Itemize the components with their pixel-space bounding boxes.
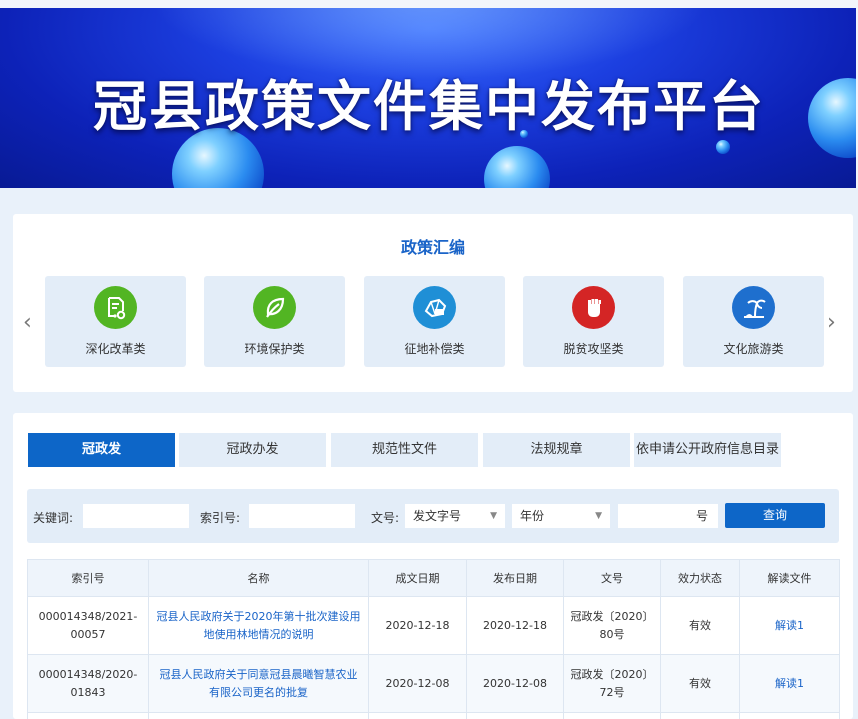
- tab-guanzhengbanfa[interactable]: 冠政办发: [179, 433, 326, 467]
- status-cell: 有效: [660, 596, 740, 655]
- carousel-next-button[interactable]: ›: [827, 312, 836, 334]
- published-date-cell: 2020-12-08: [466, 654, 564, 713]
- table-row: [27, 712, 840, 719]
- doc-number-cell: [563, 712, 661, 719]
- docno-label: 文号:: [371, 511, 400, 525]
- banner-bubble: [484, 146, 550, 188]
- tab-normative-documents[interactable]: 规范性文件: [331, 433, 478, 467]
- beach-palm-icon: [732, 286, 775, 329]
- table-row: 000014348/2021-00057 冠县人民政府关于2020年第十批次建设…: [27, 596, 840, 655]
- document-table: 索引号 名称 成文日期 发布日期 文号 效力状态 解读文件 000014348/…: [27, 559, 840, 719]
- category-label: 征地补偿类: [404, 342, 465, 356]
- land-map-icon: [413, 286, 456, 329]
- index-cell: [27, 712, 149, 719]
- tab-disclosure-catalog[interactable]: 依申请公开政府信息目录: [634, 433, 781, 467]
- index-cell: 000014348/2020-01843: [27, 654, 149, 713]
- doc-prefix-select[interactable]: 发文字号 ▼: [405, 504, 505, 528]
- document-reform-icon: [94, 286, 137, 329]
- document-title-link[interactable]: 冠县人民政府关于2020年第十批次建设用地使用林地情况的说明: [148, 596, 369, 655]
- year-value: 年份: [520, 509, 545, 523]
- interpretation-link[interactable]: 解读1: [775, 677, 804, 690]
- column-header: 索引号: [27, 559, 149, 597]
- doc-number-input[interactable]: 号: [618, 504, 718, 528]
- keyword-input[interactable]: [83, 504, 189, 528]
- document-title-link[interactable]: 冠县人民政府关于同意冠县晨曦智慧农业有限公司更名的批复: [148, 654, 369, 713]
- doc-number-suffix: 号: [695, 509, 708, 523]
- policy-section-title: 政策汇编: [400, 238, 465, 257]
- leaf-icon: [253, 286, 296, 329]
- column-header: 成文日期: [368, 559, 467, 597]
- written-date-cell: 2020-12-08: [368, 654, 467, 713]
- column-header: 解读文件: [739, 559, 840, 597]
- column-header: 文号: [563, 559, 661, 597]
- document-list-panel: 冠政发 冠政办发 规范性文件 法规规章 依申请公开政府信息目录 关键词: 索引号…: [13, 413, 853, 719]
- column-header: 名称: [148, 559, 369, 597]
- column-header: 效力状态: [660, 559, 740, 597]
- interpretation-cell: [739, 712, 840, 719]
- category-label: 脱贫攻坚类: [563, 342, 624, 356]
- category-card-environment[interactable]: 环境保护类: [204, 276, 345, 367]
- year-select[interactable]: 年份 ▼: [512, 504, 610, 528]
- doc-number-cell: 冠政发〔2020〕80号: [563, 596, 661, 655]
- interpretation-link[interactable]: 解读1: [775, 619, 804, 632]
- policy-compilation-panel: 政策汇编 ‹ › 深化改革类 环境保护类 征地补偿类 脱贫攻坚类 文化旅游类: [13, 214, 853, 392]
- status-cell: [660, 712, 740, 719]
- category-label: 深化改革类: [85, 342, 146, 356]
- carousel-prev-button[interactable]: ‹: [23, 312, 32, 334]
- table-header-row: 索引号 名称 成文日期 发布日期 文号 效力状态 解读文件: [27, 559, 840, 597]
- fist-icon: [572, 286, 615, 329]
- table-row: 000014348/2020-01843 冠县人民政府关于同意冠县晨曦智慧农业有…: [27, 654, 840, 713]
- doc-prefix-value: 发文字号: [413, 509, 462, 523]
- category-card-poverty[interactable]: 脱贫攻坚类: [523, 276, 664, 367]
- category-label: 文化旅游类: [723, 342, 784, 356]
- keyword-label: 关键词:: [33, 511, 74, 525]
- category-card-reform[interactable]: 深化改革类: [45, 276, 186, 367]
- banner-top-frame: [0, 0, 858, 8]
- search-bar: 关键词: 索引号: 文号: 发文字号 ▼ 年份 ▼ 号 查询: [27, 489, 839, 543]
- published-date-cell: 2020-12-18: [466, 596, 564, 655]
- doc-number-cell: 冠政发〔2020〕72号: [563, 654, 661, 713]
- status-cell: 有效: [660, 654, 740, 713]
- published-date-cell: [466, 712, 564, 719]
- header-banner: 冠县政策文件集中发布平台: [0, 0, 858, 188]
- category-card-land[interactable]: 征地补偿类: [364, 276, 505, 367]
- document-title-link[interactable]: [148, 712, 369, 719]
- site-title: 冠县政策文件集中发布平台: [93, 75, 765, 138]
- chevron-down-icon: ▼: [490, 511, 497, 521]
- index-input[interactable]: [249, 504, 355, 528]
- interpretation-cell: 解读1: [739, 596, 840, 655]
- tab-guanzhengfa[interactable]: 冠政发: [28, 433, 175, 467]
- chevron-down-icon: ▼: [595, 511, 602, 521]
- index-label: 索引号:: [200, 511, 241, 525]
- interpretation-cell: 解读1: [739, 654, 840, 713]
- banner-bubble: [716, 140, 730, 154]
- written-date-cell: [368, 712, 467, 719]
- written-date-cell: 2020-12-18: [368, 596, 467, 655]
- index-cell: 000014348/2021-00057: [27, 596, 149, 655]
- tab-regulations[interactable]: 法规规章: [483, 433, 630, 467]
- category-label: 环境保护类: [244, 342, 305, 356]
- category-card-culture-tourism[interactable]: 文化旅游类: [683, 276, 824, 367]
- search-button[interactable]: 查询: [725, 503, 825, 528]
- column-header: 发布日期: [466, 559, 564, 597]
